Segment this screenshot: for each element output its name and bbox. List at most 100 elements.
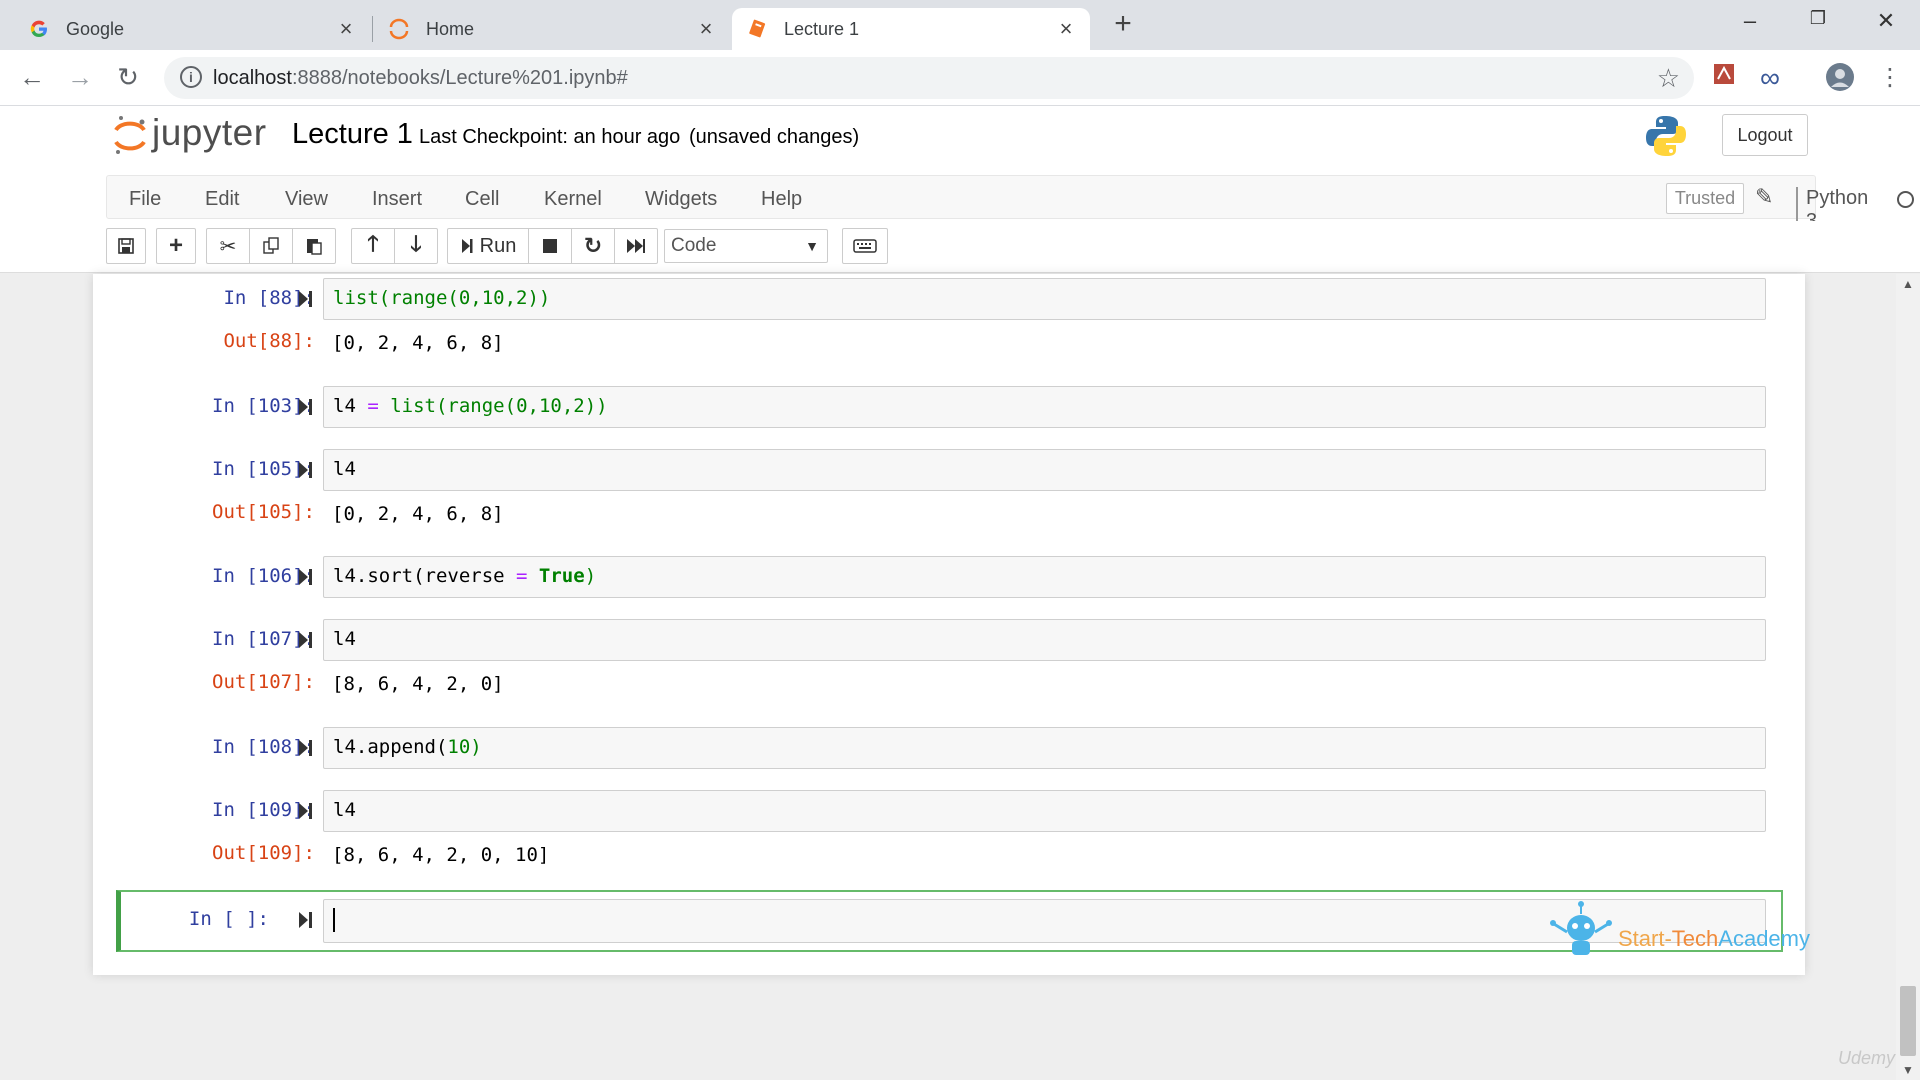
menu-cell[interactable]: Cell [465,188,499,211]
restart-run-all-button[interactable] [614,228,658,264]
trusted-indicator[interactable]: Trusted [1666,183,1744,214]
stop-icon [543,239,557,253]
code-token: ) [470,736,482,758]
restart-icon: ↻ [583,233,603,258]
step-forward-icon [461,239,473,253]
kernel-idle-indicator-icon [1897,191,1914,208]
copy-button[interactable] [249,228,293,264]
save-button[interactable] [106,228,146,264]
restart-kernel-button[interactable]: ↻ [571,228,615,264]
tab-lecture-1[interactable]: Lecture 1 × [732,8,1090,50]
input-prompt: In [ ]: [188,908,269,930]
command-palette-button[interactable] [842,228,888,264]
run-cell-icon[interactable] [297,567,315,587]
edit-mode-pencil-icon: ✎ [1755,184,1774,209]
menu-help[interactable]: Help [761,188,802,211]
code-token: True [527,565,585,587]
code-token: l4 [333,395,368,417]
close-window-button[interactable]: ✕ [1866,8,1906,38]
cell-input[interactable]: list(range(0,10,2)) [323,278,1766,320]
watermark-part: Tech [1671,926,1719,951]
page-scrollbar[interactable]: ▲ ▼ [1896,274,1920,1080]
start-tech-academy-watermark: Start-TechAcademy [1548,898,1848,964]
notebook-name[interactable]: Lecture 1 [292,118,413,151]
cell-input[interactable]: l4 = list(range(0,10,2)) [323,386,1766,428]
autosave-status: (unsaved changes) [689,126,860,148]
tab-title: Google [66,18,125,39]
run-cell-icon[interactable] [297,397,315,417]
run-cell-icon[interactable] [297,738,315,758]
notebook-container: In [88]: list(range(0,10,2)) Out[88]: [0… [93,274,1805,975]
scroll-down-arrow-icon[interactable]: ▼ [1896,1060,1920,1080]
cut-button[interactable]: ✂ [206,228,250,264]
back-button[interactable]: ← [16,62,48,94]
dropdown-arrow-icon: ▼ [805,238,819,254]
cell-type-value: Code [671,235,717,256]
output-prompt: Out[88]: [223,330,315,352]
minimize-button[interactable]: – [1730,8,1770,38]
menu-edit[interactable]: Edit [205,188,239,211]
browser-menu-icon[interactable]: ⋮ [1874,62,1906,94]
jupyter-logo-icon[interactable] [112,114,148,158]
run-cell-icon[interactable] [297,289,315,309]
google-icon [28,18,50,40]
input-prompt: In [109]: [212,799,315,821]
menu-kernel[interactable]: Kernel [544,188,602,211]
run-cell-icon[interactable] [297,910,315,930]
menubar-container: File Edit View Insert Cell Kernel Widget… [0,171,1920,233]
code-token: l4.sort(reverse [333,565,517,587]
cell-input[interactable]: l4 [323,790,1766,832]
paste-button[interactable] [292,228,336,264]
new-tab-button[interactable]: + [1108,9,1138,40]
infinity-extension-icon[interactable]: ∞ [1754,62,1786,94]
arrow-up-icon: 🡑 [367,231,379,256]
cell-output: [0, 2, 4, 6, 8] [332,332,504,354]
scrollbar-thumb[interactable] [1900,986,1916,1056]
close-icon[interactable]: × [696,16,716,42]
jupyter-header: jupyter Lecture 1 Last Checkpoint: an ho… [0,106,1920,171]
interrupt-button[interactable] [528,228,572,264]
code-token: l4.append( [333,736,448,758]
forward-button[interactable]: → [64,62,96,94]
tab-google[interactable]: Google × [14,8,370,50]
url-text[interactable]: localhost:8888/notebooks/Lecture%201.ipy… [213,67,628,90]
cell-input[interactable]: l4.sort(reverse = True) [323,556,1766,598]
info-icon[interactable]: i [180,66,202,88]
udemy-watermark: Udemy [1838,1048,1896,1068]
close-icon[interactable]: × [336,16,356,42]
tab-title: Lecture 1 [784,18,860,39]
restore-button[interactable]: ❐ [1798,8,1838,38]
run-cell-icon[interactable] [297,630,315,650]
plus-icon: + [168,232,183,259]
run-cell-icon[interactable] [297,801,315,821]
code-token: 0,10,2 [458,287,528,309]
move-up-button[interactable]: 🡑 [351,228,395,264]
insert-cell-button[interactable]: + [156,228,196,264]
url-host: localhost [213,67,292,89]
jupyter-logo-text[interactable]: jupyter [152,112,267,154]
tab-separator [372,16,373,42]
cell-type-select[interactable]: Code ▼ [664,229,828,263]
menu-file[interactable]: File [129,188,161,211]
url-field[interactable]: i localhost:8888/notebooks/Lecture%201.i… [164,57,1694,99]
logout-button[interactable]: Logout [1722,114,1808,156]
cell-input[interactable]: l4.append(10) [323,727,1766,769]
menu-widgets[interactable]: Widgets [645,188,717,211]
run-cell-icon[interactable] [297,460,315,480]
close-icon[interactable]: × [1056,16,1076,42]
tab-home[interactable]: Home × [374,8,730,50]
bookmark-star-icon[interactable]: ☆ [1657,63,1680,94]
scissors-icon: ✂ [219,235,237,258]
run-button[interactable]: Run [447,228,529,264]
scroll-up-arrow-icon[interactable]: ▲ [1896,274,1920,294]
cell-input[interactable]: l4 [323,619,1766,661]
pdf-extension-icon[interactable] [1708,62,1740,94]
reload-button[interactable]: ↻ [112,62,144,94]
profile-avatar-icon[interactable] [1824,62,1856,94]
cell-input[interactable]: l4 [323,449,1766,491]
menu-view[interactable]: View [285,188,328,211]
menu-insert[interactable]: Insert [372,188,422,211]
move-down-button[interactable]: 🡓 [394,228,438,264]
code-token: ) [584,565,597,587]
keyboard-icon [853,239,877,253]
